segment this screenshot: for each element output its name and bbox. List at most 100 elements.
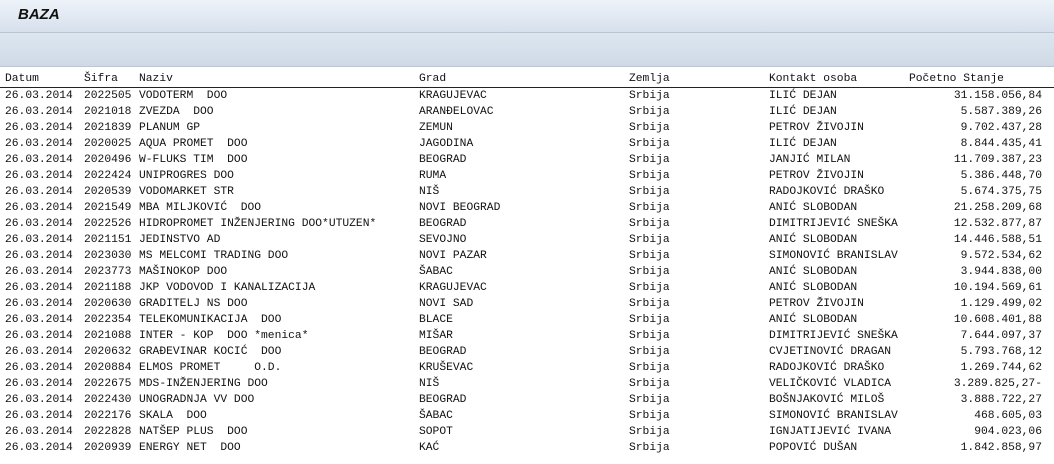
table-row[interactable]: 26.03.2014 2021018 ZVEZDA DOO ARANĐELOVAC Sr… — [0, 104, 1054, 120]
cell-date: 26.03.2014 — [5, 426, 73, 438]
cell-code: 2022430 — [84, 394, 132, 406]
cell-country: Srbija — [629, 138, 670, 150]
cell-balance: 14.446.588,51 — [953, 234, 1042, 246]
cell-contact: BOŠNJAKOVIĆ MILOŠ — [769, 394, 885, 406]
cell-country: Srbija — [629, 266, 670, 278]
cell-name: GRAĐEVINAR KOCIĆ DOO — [139, 346, 282, 358]
cell-country: Srbija — [629, 298, 670, 310]
cell-balance: 9.702.437,28 — [960, 122, 1042, 134]
table-row[interactable]: 26.03.2014 2023030 MS MELCOMI TRADING DOO N… — [0, 248, 1054, 264]
table-row[interactable]: 26.03.2014 2022828 NATŠEP PLUS DOO SOPOT Srb… — [0, 424, 1054, 440]
cell-date: 26.03.2014 — [5, 442, 73, 454]
table-row[interactable]: 26.03.2014 2022505 VODOTERM DOO KRAGUJEVAC S… — [0, 88, 1054, 104]
cell-contact: ILIĆ DEJAN — [769, 138, 837, 150]
table-row[interactable]: 26.03.2014 2022675 MDS-INŽENJERING DOO NIŠ S… — [0, 376, 1054, 392]
cell-balance: 5.793.768,12 — [960, 346, 1042, 358]
cell-country: Srbija — [629, 410, 670, 422]
cell-city: BEOGRAD — [419, 218, 467, 230]
cell-name: SKALA DOO — [139, 410, 207, 422]
table-row[interactable]: 26.03.2014 2021839 PLANUM GP ZEMUN Srbija PET… — [0, 120, 1054, 136]
cell-balance: 1.129.499,02 — [960, 298, 1042, 310]
cell-country: Srbija — [629, 186, 670, 198]
cell-balance: 12.532.877,87 — [953, 218, 1042, 230]
cell-contact: ANIĆ SLOBODAN — [769, 266, 858, 278]
cell-code: 2022424 — [84, 170, 132, 182]
cell-contact: RADOJKOVIĆ DRAŠKO — [769, 362, 885, 374]
column-header-country: Zemlja — [629, 73, 670, 85]
cell-city: BLACE — [419, 314, 453, 326]
cell-code: 2023030 — [84, 250, 132, 262]
cell-date: 26.03.2014 — [5, 394, 73, 406]
table-row[interactable]: 26.03.2014 2022176 SKALA DOO ŠABAC Srbija SIM… — [0, 408, 1054, 424]
cell-name: NATŠEP PLUS DOO — [139, 426, 248, 438]
cell-code: 2020939 — [84, 442, 132, 454]
table-row[interactable]: 26.03.2014 2021549 MBA MILJKOVIĆ DOO NOVI B… — [0, 200, 1054, 216]
column-header-code: Šifra — [84, 73, 118, 85]
table-row[interactable]: 26.03.2014 2022424 UNIPROGRES DOO RUMA Srbij… — [0, 168, 1054, 184]
table-row[interactable]: 26.03.2014 2022354 TELEKOMUNIKACIJA DOO BLA… — [0, 312, 1054, 328]
table-row[interactable]: 26.03.2014 2020939 ENERGY NET DOO KAĆ Srbija… — [0, 440, 1054, 456]
cell-country: Srbija — [629, 202, 670, 214]
cell-contact: VELIČKOVIĆ VLADICA — [769, 378, 892, 390]
cell-city: BEOGRAD — [419, 154, 467, 166]
cell-city: SOPOT — [419, 426, 453, 438]
table-row[interactable]: 26.03.2014 2021188 JKP VODOVOD I KANALIZAC… — [0, 280, 1054, 296]
cell-name: ZVEZDA DOO — [139, 106, 214, 118]
report-header: Datum Šifra Naziv Grad Zemlja Kontakt os… — [0, 71, 1054, 88]
cell-city: KRUŠEVAC — [419, 362, 474, 374]
cell-date: 26.03.2014 — [5, 250, 73, 262]
table-row[interactable]: 26.03.2014 2021151 JEDINSTVO AD SEVOJNO Srbi… — [0, 232, 1054, 248]
cell-country: Srbija — [629, 394, 670, 406]
cell-contact: SIMONOVIĆ BRANISLAV — [769, 250, 898, 262]
table-row[interactable]: 26.03.2014 2022526 HIDROPROMET INŽENJERING… — [0, 216, 1054, 232]
cell-code: 2021018 — [84, 106, 132, 118]
cell-date: 26.03.2014 — [5, 378, 73, 390]
column-header-balance: Početno Stanje — [909, 73, 1004, 85]
table-row[interactable]: 26.03.2014 2023773 MAŠINOKOP DOO ŠABAC Srbij… — [0, 264, 1054, 280]
table-row[interactable]: 26.03.2014 2021088 INTER - KOP DOO *menica… — [0, 328, 1054, 344]
cell-contact: IGNJATIJEVIĆ IVANA — [769, 426, 892, 438]
cell-code: 2021151 — [84, 234, 132, 246]
cell-date: 26.03.2014 — [5, 186, 73, 198]
cell-contact: ANIĆ SLOBODAN — [769, 202, 858, 214]
cell-city: KRAGUJEVAC — [419, 90, 487, 102]
cell-name: ENERGY NET DOO — [139, 442, 241, 454]
table-row[interactable]: 26.03.2014 2020496 W-FLUKS TIM DOO BEOGRAD S… — [0, 152, 1054, 168]
cell-balance: 9.572.534,62 — [960, 250, 1042, 262]
cell-date: 26.03.2014 — [5, 90, 73, 102]
cell-balance: 5.386.448,70 — [960, 170, 1042, 182]
table-row[interactable]: 26.03.2014 2020884 ELMOS PROMET O.D. KRUŠEV… — [0, 360, 1054, 376]
cell-country: Srbija — [629, 218, 670, 230]
table-row[interactable]: 26.03.2014 2020025 AQUA PROMET DOO JAGODINA… — [0, 136, 1054, 152]
cell-date: 26.03.2014 — [5, 362, 73, 374]
cell-contact: DIMITRIJEVIĆ SNEŠKA — [769, 330, 898, 342]
cell-city: ŠABAC — [419, 266, 453, 278]
cell-date: 26.03.2014 — [5, 266, 73, 278]
cell-date: 26.03.2014 — [5, 218, 73, 230]
table-row[interactable]: 26.03.2014 2022430 UNOGRADNJA VV DOO BEOGRA… — [0, 392, 1054, 408]
table-row[interactable]: 26.03.2014 2020632 GRAĐEVINAR KOCIĆ DOO BEO… — [0, 344, 1054, 360]
cell-country: Srbija — [629, 170, 670, 182]
cell-country: Srbija — [629, 122, 670, 134]
cell-country: Srbija — [629, 154, 670, 166]
table-row[interactable]: 26.03.2014 2020539 VODOMARKET STR NIŠ Srbija… — [0, 184, 1054, 200]
cell-contact: JANJIĆ MILAN — [769, 154, 851, 166]
cell-city: JAGODINA — [419, 138, 474, 150]
cell-date: 26.03.2014 — [5, 106, 73, 118]
cell-name: MAŠINOKOP DOO — [139, 266, 228, 278]
cell-contact: ILIĆ DEJAN — [769, 90, 837, 102]
cell-balance: 21.258.209,68 — [953, 202, 1042, 214]
table-row[interactable]: 26.03.2014 2020630 GRADITELJ NS DOO NOVI SA… — [0, 296, 1054, 312]
cell-code: 2020632 — [84, 346, 132, 358]
report-list: Datum Šifra Naziv Grad Zemlja Kontakt os… — [0, 71, 1054, 464]
cell-date: 26.03.2014 — [5, 138, 73, 150]
cell-name: JEDINSTVO AD — [139, 234, 221, 246]
report-rows: 26.03.2014 2022505 VODOTERM DOO KRAGUJEVAC S… — [0, 88, 1054, 456]
cell-contact: PETROV ŽIVOJIN — [769, 298, 864, 310]
cell-date: 26.03.2014 — [5, 410, 73, 422]
cell-balance: 1.269.744,62 — [960, 362, 1042, 374]
cell-code: 2022526 — [84, 218, 132, 230]
cell-date: 26.03.2014 — [5, 314, 73, 326]
cell-name: MS MELCOMI TRADING DOO — [139, 250, 289, 262]
column-header-city: Grad — [419, 73, 447, 85]
